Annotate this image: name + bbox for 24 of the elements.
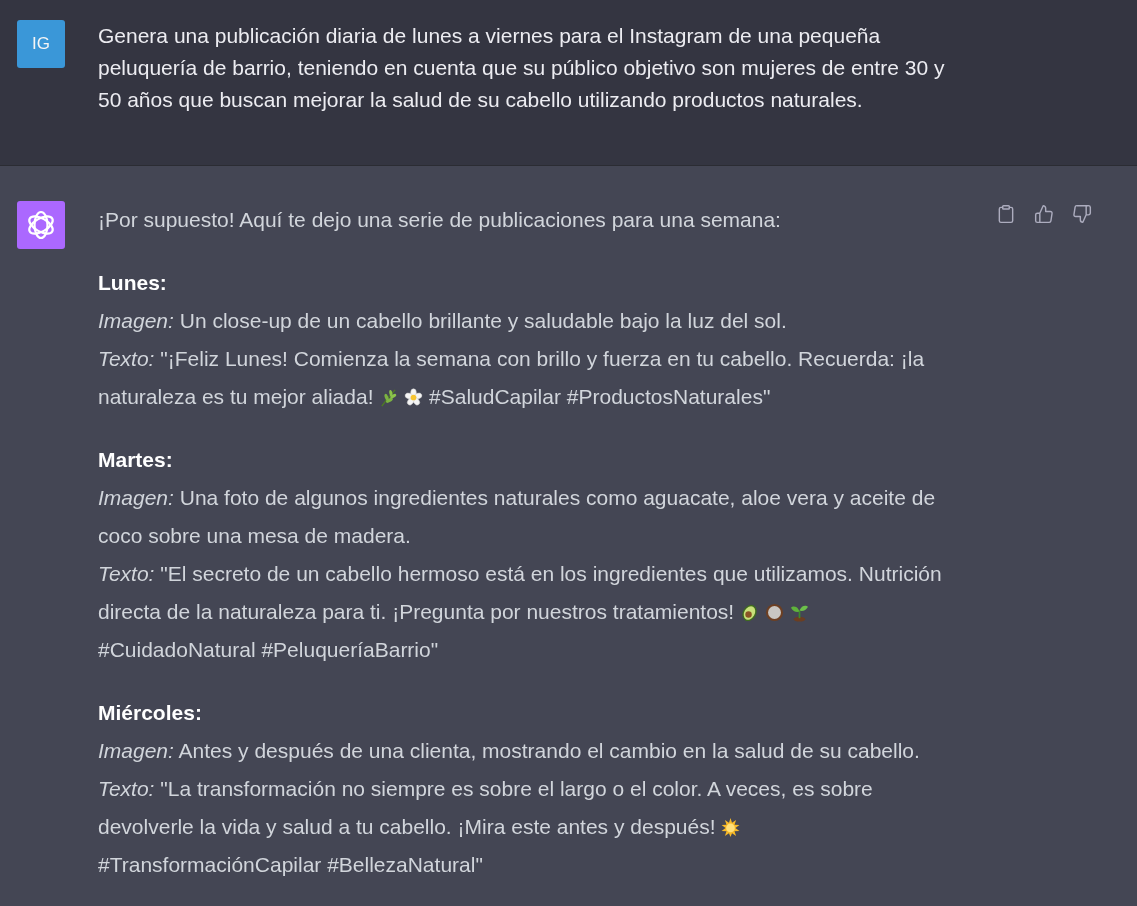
seedling-icon <box>789 603 809 622</box>
image-description: Imagen: Un close-up de un cabello brillante y saludable bajo la luz del sol. <box>98 308 787 334</box>
image-description: Imagen: Antes y después de una clienta, mostrando el cambio en la salud de su cabello. <box>98 738 920 764</box>
post-text: Texto: "La transformación no siempre es sobre el largo o el color. A veces, es sobre devolverle la vida y salud a tu cabello. ¡Mira este antes y después! #TransformaciónCapilar #BellezaNatural" <box>98 776 874 878</box>
coconut-icon <box>764 603 784 622</box>
like-button[interactable] <box>1032 202 1056 226</box>
dislike-button[interactable] <box>1070 202 1094 226</box>
day-heading: Lunes: <box>98 270 167 296</box>
assistant-avatar-icon <box>17 201 65 249</box>
user-avatar: IG <box>17 20 65 68</box>
post-text: Texto: "El secreto de un cabello hermoso está en los ingredientes que utilizamos. Nutrición directa de la naturaleza para ti. ¡Pregunta por nuestros tratamientos! #CuidadoNatural #PeluqueríaBarrio" <box>98 561 943 663</box>
user-message: Genera una publicación diaria de lunes a viernes para el Instagram de una pequeña peluquería de barrio, teniendo en cuenta que su público objetivo son mujeres de entre 30 y 50 años que buscan mejorar la salud de su cabello utilizando productos naturales. <box>98 23 946 113</box>
post-text: Texto: "¡Feliz Lunes! Comienza la semana con brillo y fuerza en tu cabello. Recuerda: ¡la naturaleza es tu mejor aliada! #SaludCapilar #ProductosNaturales" <box>98 346 926 410</box>
sun-icon <box>721 818 741 837</box>
avocado-icon <box>740 603 760 622</box>
flower-icon <box>404 388 424 407</box>
intro-text: ¡Por supuesto! Aquí te dejo una serie de publicaciones para una semana: <box>98 207 781 233</box>
clipboard-icon <box>996 204 1016 224</box>
herb-icon <box>379 388 399 407</box>
thumbs-up-icon <box>1034 204 1054 224</box>
image-description: Imagen: Una foto de algunos ingredientes naturales como aguacate, aloe vera y aceite de coco sobre una mesa de madera. <box>98 485 937 549</box>
day-heading: Miércoles: <box>98 700 202 726</box>
day-heading: Martes: <box>98 447 173 473</box>
thumbs-down-icon <box>1072 204 1092 224</box>
